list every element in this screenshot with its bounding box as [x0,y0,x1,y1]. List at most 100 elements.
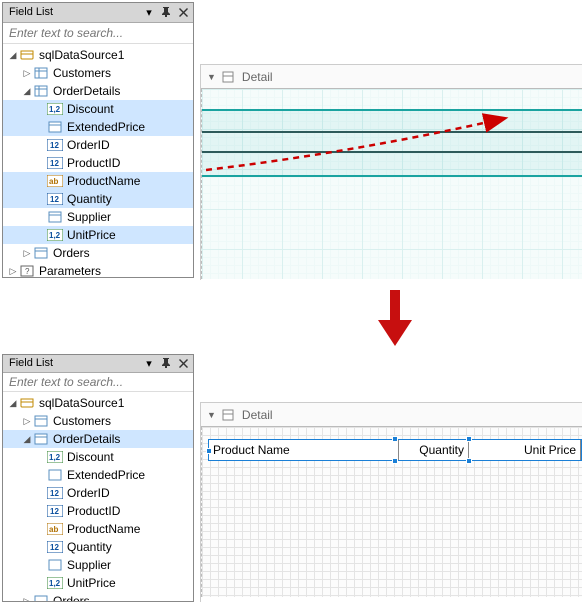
field-node-quantity[interactable]: ·12Quantity [3,538,193,556]
drop-target-highlight [202,109,582,177]
field-label: Discount [65,102,114,116]
field-node-supplier[interactable]: ·Supplier [3,556,193,574]
search-box [3,373,193,392]
collapse-icon[interactable]: ▼ [207,410,216,420]
panel-title-text: Field List [9,6,140,18]
table-node-orderdetails[interactable]: ◢ OrderDetails [3,430,193,448]
field-list-panel: Field List ▾ ◢ sqlDataSource1 ▷ Customer… [2,2,194,278]
pin-icon[interactable] [158,5,174,19]
field-node-extendedprice[interactable]: · ExtendedPrice [3,118,193,136]
parameters-label: Parameters [37,264,101,277]
field-label: OrderID [65,138,110,152]
expand-closed-icon[interactable]: ▷ [21,68,33,79]
close-icon[interactable] [175,356,191,370]
table-icon [33,66,49,80]
ruler-line [202,131,582,133]
field-node-unitprice[interactable]: · 1,2 UnitPrice [3,226,193,244]
resize-handle[interactable] [392,458,398,464]
table-icon [33,432,49,446]
table-node-customers[interactable]: ▷ Customers [3,412,193,430]
band-icon [220,70,236,84]
datasource-node[interactable]: ◢ sqlDataSource1 [3,46,193,64]
band-label: Detail [242,408,273,422]
pin-icon[interactable] [158,356,174,370]
table-icon [33,414,49,428]
detail-band-header[interactable]: ▼ Detail [201,403,582,427]
band-label: Detail [242,70,273,84]
svg-text:12: 12 [50,195,59,204]
expand-closed-icon[interactable]: ▷ [21,416,33,427]
field-node-discount[interactable]: ·1,2Discount [3,448,193,466]
table-label: OrderDetails [51,84,120,98]
datasource-node[interactable]: ◢ sqlDataSource1 [3,394,193,412]
collapse-icon[interactable]: ▼ [207,72,216,82]
cell-quantity[interactable]: Quantity [399,440,469,460]
search-input[interactable] [3,23,193,44]
decimal-field-icon: 1,2 [47,228,63,242]
result-table-row[interactable]: Product Name Quantity Unit Price [208,439,582,461]
detail-band-header[interactable]: ▼ Detail [201,65,582,89]
resize-handle[interactable] [206,448,212,454]
field-node-unitprice[interactable]: ·1,2UnitPrice [3,574,193,592]
decimal-field-icon: 1,2 [47,102,63,116]
band-icon [220,408,236,422]
expand-open-icon[interactable]: ◢ [21,86,33,97]
field-node-supplier[interactable]: · Supplier [3,208,193,226]
table-label: Customers [51,66,111,80]
window-dropdown-icon[interactable]: ▾ [141,356,157,370]
field-node-productid[interactable]: · 12 ProductID [3,154,193,172]
field-node-orderid[interactable]: · 12 OrderID [3,136,193,154]
close-icon[interactable] [175,5,191,19]
field-label: ExtendedPrice [65,120,145,134]
report-designer-surface[interactable]: ▼ Detail [200,64,582,280]
field-node-quantity[interactable]: · 12 Quantity [3,190,193,208]
decimal-field-icon: 1,2 [47,450,63,464]
expand-closed-icon[interactable]: ▷ [21,248,33,259]
svg-text:12: 12 [50,489,59,498]
field-node-productname[interactable]: ·abProductName [3,520,193,538]
field-node-discount[interactable]: · 1,2 Discount [3,100,193,118]
parameters-icon: ? [19,264,35,277]
field-label: ProductID [65,504,120,518]
string-field-icon: ab [47,174,63,188]
search-input[interactable] [3,373,193,391]
window-dropdown-icon[interactable]: ▾ [141,5,157,19]
table-node-orderdetails[interactable]: ◢ OrderDetails [3,82,193,100]
table-node-orders[interactable]: ▷ Orders [3,244,193,262]
field-label: Quantity [65,192,112,206]
field-label: ProductID [65,156,120,170]
field-label: Quantity [65,540,112,554]
detail-band-body[interactable] [201,89,582,279]
int-field-icon: 12 [47,156,63,170]
expand-open-icon[interactable]: ◢ [7,398,19,409]
datasource-label: sqlDataSource1 [37,48,124,62]
report-designer-surface[interactable]: ▼ Detail Product Name Quantity Unit Pric… [200,402,582,602]
field-node-productid[interactable]: ·12ProductID [3,502,193,520]
int-field-icon: 12 [47,192,63,206]
detail-band-body[interactable]: Product Name Quantity Unit Price [201,427,582,597]
svg-text:1,2: 1,2 [49,105,61,114]
cell-product-name[interactable]: Product Name [209,440,399,460]
expand-open-icon[interactable]: ◢ [7,50,19,61]
svg-text:12: 12 [50,507,59,516]
expand-open-icon[interactable]: ◢ [21,434,33,445]
svg-text:1,2: 1,2 [49,579,61,588]
field-node-orderid[interactable]: ·12OrderID [3,484,193,502]
table-icon [47,558,63,572]
expand-closed-icon[interactable]: ▷ [21,596,33,601]
resize-handle[interactable] [466,458,472,464]
field-label: ProductName [65,174,140,188]
field-node-extendedprice[interactable]: ·ExtendedPrice [3,466,193,484]
table-label: Orders [51,594,90,601]
parameters-node[interactable]: ▷ ? Parameters [3,262,193,277]
expand-closed-icon[interactable]: ▷ [7,266,19,277]
table-node-customers[interactable]: ▷ Customers [3,64,193,82]
resize-handle[interactable] [392,436,398,442]
panel-titlebar: Field List ▾ [3,3,193,23]
cell-label: Quantity [419,443,464,457]
svg-text:12: 12 [50,159,59,168]
field-node-productname[interactable]: · ab ProductName [3,172,193,190]
cell-unit-price[interactable]: Unit Price [469,440,581,460]
table-node-orders[interactable]: ▷ Orders [3,592,193,601]
resize-handle[interactable] [466,436,472,442]
